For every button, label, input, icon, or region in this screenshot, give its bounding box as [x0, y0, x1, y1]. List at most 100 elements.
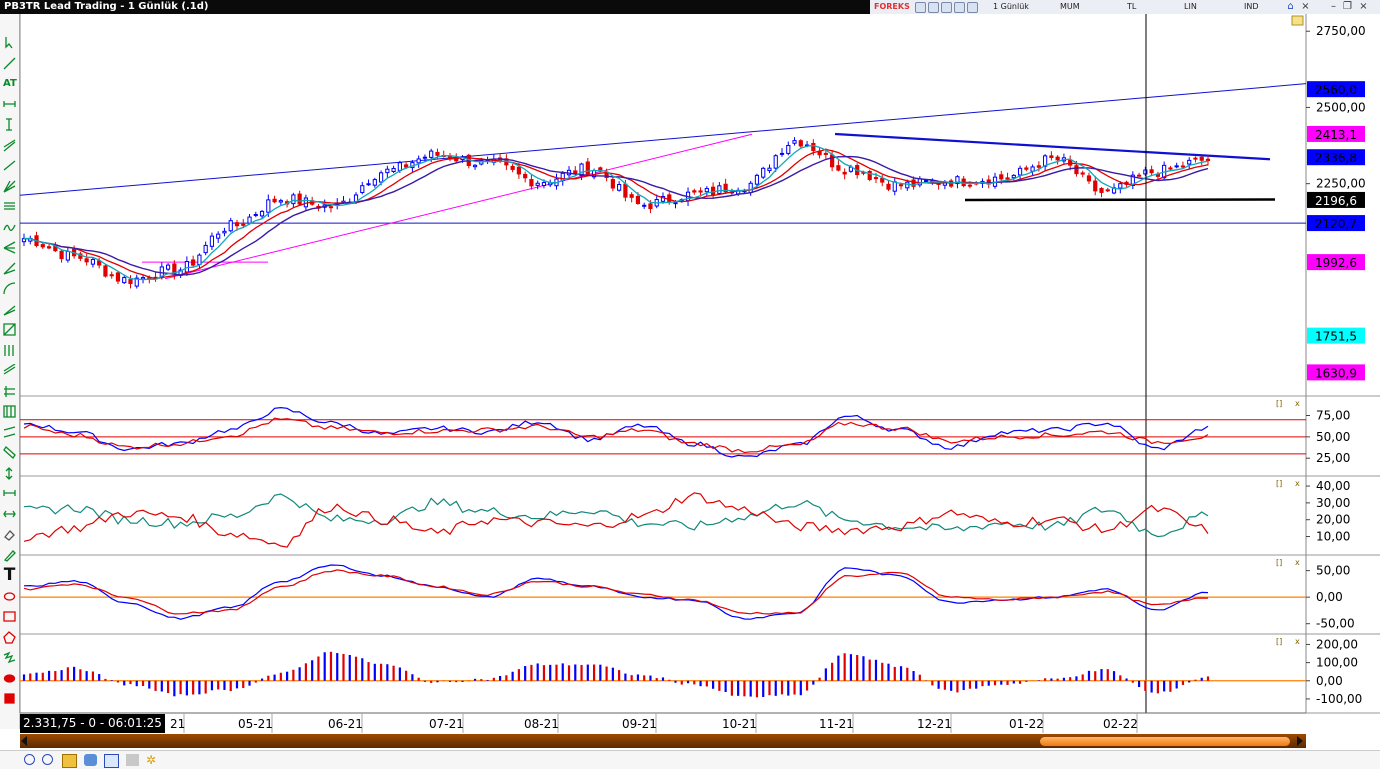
time-axis-label: 05-21	[238, 717, 273, 731]
indicator-tick-label: -50,00	[1316, 617, 1355, 631]
candle	[129, 280, 132, 284]
indicator-tick-label: 50,00	[1316, 564, 1350, 578]
candle	[530, 180, 533, 186]
indicator-tick-label: 20,00	[1316, 513, 1350, 527]
candle	[1119, 184, 1122, 188]
panel-close-button[interactable]: x	[1295, 558, 1300, 567]
candle	[668, 195, 671, 202]
candle	[774, 156, 777, 168]
price-tag-label: 1630,9	[1315, 366, 1357, 380]
zoom-out-icon[interactable]	[42, 754, 53, 765]
settings-icon[interactable]: ✲	[146, 754, 159, 766]
candle	[762, 168, 765, 177]
candle	[924, 181, 927, 182]
indicator-tick-label: 75,00	[1316, 409, 1350, 423]
candle	[1200, 157, 1203, 160]
time-axis-label: 09-21	[622, 717, 657, 731]
time-axis-label: 21	[170, 717, 185, 731]
candle	[699, 191, 702, 192]
lock-icon	[1292, 16, 1303, 25]
candle	[1094, 181, 1097, 191]
candle	[242, 224, 245, 225]
candle	[636, 196, 639, 203]
candle	[1206, 159, 1209, 160]
candle	[1087, 176, 1090, 181]
time-axis-label: 10-21	[722, 717, 757, 731]
database-icon[interactable]	[84, 754, 97, 766]
candle	[1169, 168, 1172, 169]
candle	[874, 178, 877, 179]
candle	[511, 166, 514, 169]
candle	[705, 189, 708, 192]
candle	[542, 183, 545, 186]
candle	[881, 179, 884, 183]
candle	[643, 205, 646, 206]
panel-restore-button[interactable]: []	[1276, 399, 1282, 408]
price-tag-label: 2196,6	[1315, 194, 1357, 208]
candle	[649, 204, 652, 209]
candle	[260, 211, 263, 215]
candle	[831, 155, 834, 167]
candle	[436, 152, 439, 155]
chart-area[interactable]: 2750,002500,002250,002560,02413,12336,82…	[0, 0, 1380, 768]
zoom-in-icon[interactable]	[24, 754, 35, 765]
scroll-left-arrow[interactable]	[21, 736, 27, 746]
candle	[517, 167, 520, 174]
candle	[292, 195, 295, 204]
price-tag-label: 1751,5	[1315, 330, 1357, 344]
panel-restore-button[interactable]: []	[1276, 637, 1282, 646]
panel-close-button[interactable]: x	[1295, 637, 1300, 646]
candle	[1006, 178, 1009, 179]
candle	[60, 251, 63, 258]
candle	[229, 221, 232, 231]
candle	[1188, 160, 1191, 164]
print-icon[interactable]	[126, 754, 139, 766]
candle	[329, 207, 332, 208]
candle	[837, 166, 840, 170]
price-tick-label: 2750,00	[1316, 24, 1366, 38]
candle	[1000, 175, 1003, 179]
candle	[618, 185, 621, 191]
candle	[718, 186, 721, 194]
candle	[248, 217, 251, 223]
candle	[887, 184, 890, 189]
candle	[386, 169, 389, 172]
candle	[824, 153, 827, 154]
scroll-right-arrow[interactable]	[1297, 736, 1303, 746]
candle	[1037, 166, 1040, 167]
candle	[417, 159, 420, 163]
candle	[755, 175, 758, 184]
candle	[47, 247, 50, 248]
candle	[549, 183, 552, 185]
candle	[398, 163, 401, 171]
indicator-tick-label: 0,00	[1316, 674, 1343, 688]
candle	[254, 214, 257, 215]
panel-close-button[interactable]: x	[1295, 399, 1300, 408]
candle	[843, 172, 846, 174]
candle	[893, 182, 896, 191]
candle	[768, 168, 771, 170]
open-folder-icon[interactable]	[62, 754, 77, 768]
plot-background	[20, 14, 1306, 713]
panel-restore-button[interactable]: []	[1276, 558, 1282, 567]
candle	[1018, 168, 1021, 175]
time-axis-label: 02-22	[1103, 717, 1138, 731]
candle	[204, 245, 207, 252]
candle	[423, 157, 426, 158]
candle	[630, 195, 633, 198]
bottom-toolbar: ✲	[0, 750, 1380, 769]
search-icon[interactable]	[104, 754, 119, 768]
time-axis-label: 08-21	[524, 717, 559, 731]
candle	[780, 153, 783, 154]
indicator-tick-label: 200,00	[1316, 637, 1358, 651]
indicator-tick-label: 10,00	[1316, 530, 1350, 544]
candle	[210, 236, 213, 246]
candle	[104, 266, 107, 276]
candle	[1081, 173, 1084, 174]
panel-close-button[interactable]: x	[1295, 479, 1300, 488]
time-axis-label: 12-21	[917, 717, 952, 731]
time-axis-label: 01-22	[1009, 717, 1044, 731]
indicator-tick-label: 25,00	[1316, 451, 1350, 465]
scrollbar-thumb[interactable]	[1040, 737, 1290, 746]
panel-restore-button[interactable]: []	[1276, 479, 1282, 488]
